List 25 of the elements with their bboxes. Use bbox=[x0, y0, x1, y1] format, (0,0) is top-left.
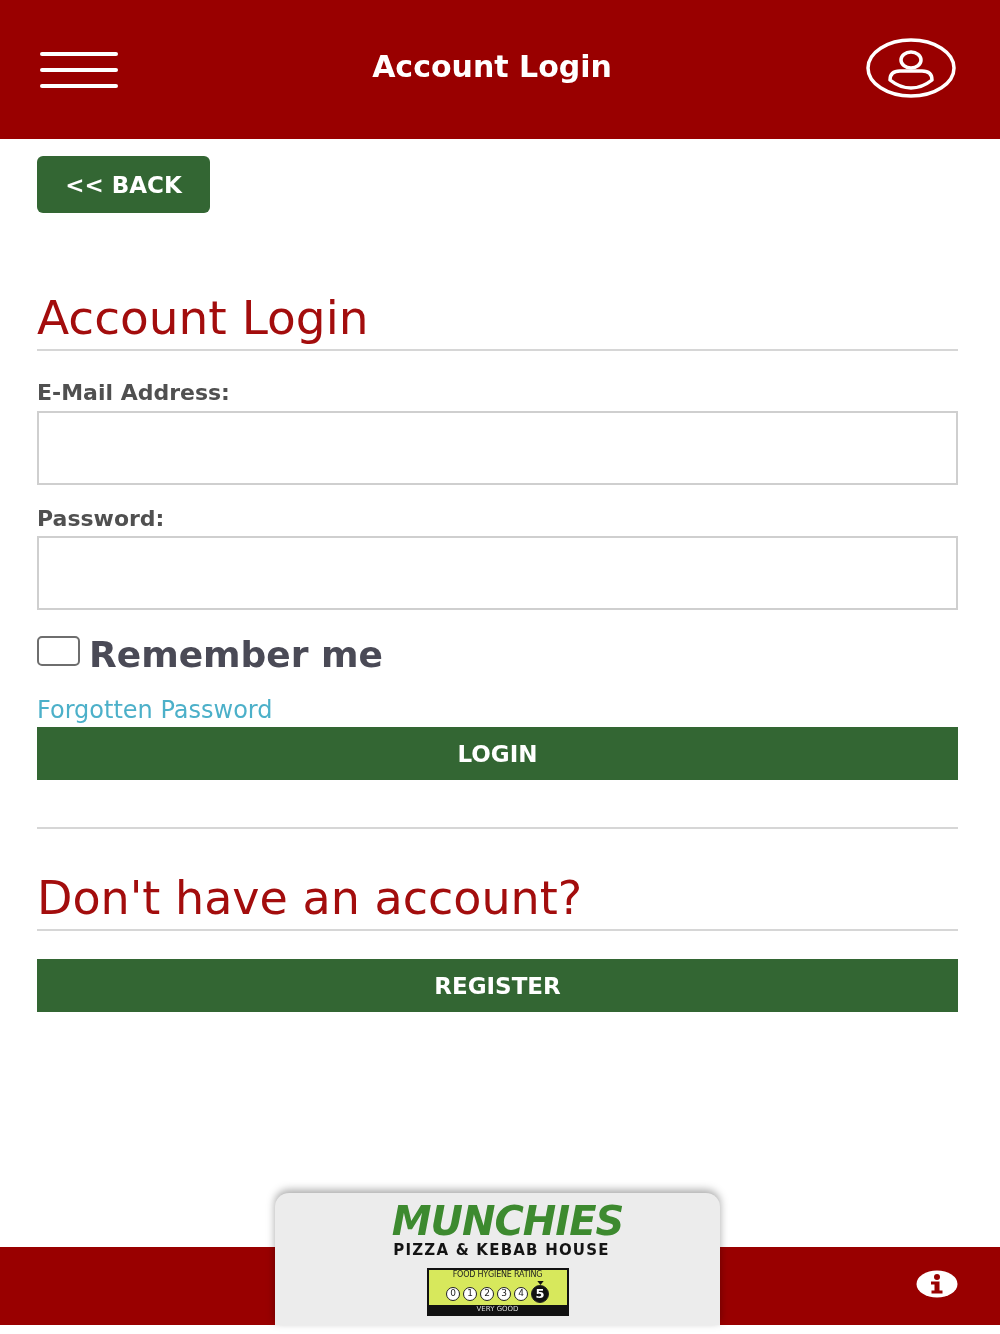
rating-score: 2 bbox=[480, 1286, 494, 1301]
rating-score: 3 bbox=[497, 1286, 511, 1301]
section-heading: Account Login bbox=[37, 290, 369, 347]
page-title: Account Login bbox=[372, 48, 612, 85]
input-field[interactable] bbox=[37, 410, 958, 485]
back-button[interactable]: << BACK bbox=[37, 156, 210, 213]
rating-score: 0 bbox=[446, 1286, 460, 1301]
rating-score: 5 bbox=[531, 1284, 549, 1303]
field-label: Password: bbox=[37, 505, 165, 533]
logo-tagline: PIZZA & KEBAB HOUSE bbox=[393, 1242, 610, 1259]
menu-icon[interactable] bbox=[40, 51, 118, 88]
section-heading: Don't have an account? bbox=[37, 871, 583, 927]
login-button[interactable]: LOGIN bbox=[37, 727, 958, 781]
rating-score: 4 bbox=[514, 1286, 528, 1301]
info-icon[interactable] bbox=[916, 1270, 958, 1298]
user-account-icon[interactable] bbox=[866, 37, 956, 98]
field-label: E-Mail Address: bbox=[37, 380, 230, 407]
rating-score: 1 bbox=[463, 1286, 477, 1301]
checkbox[interactable] bbox=[37, 636, 80, 667]
badge-title: FOOD HYGIENE RATING bbox=[452, 1269, 543, 1280]
remember-me-label[interactable]: Remember me bbox=[89, 633, 383, 677]
register-button[interactable]: REGISTER bbox=[37, 959, 958, 1013]
input-field[interactable] bbox=[37, 536, 958, 611]
logo-wordmark: MUNCHIES bbox=[391, 1201, 624, 1241]
pointer-icon bbox=[536, 1280, 544, 1285]
